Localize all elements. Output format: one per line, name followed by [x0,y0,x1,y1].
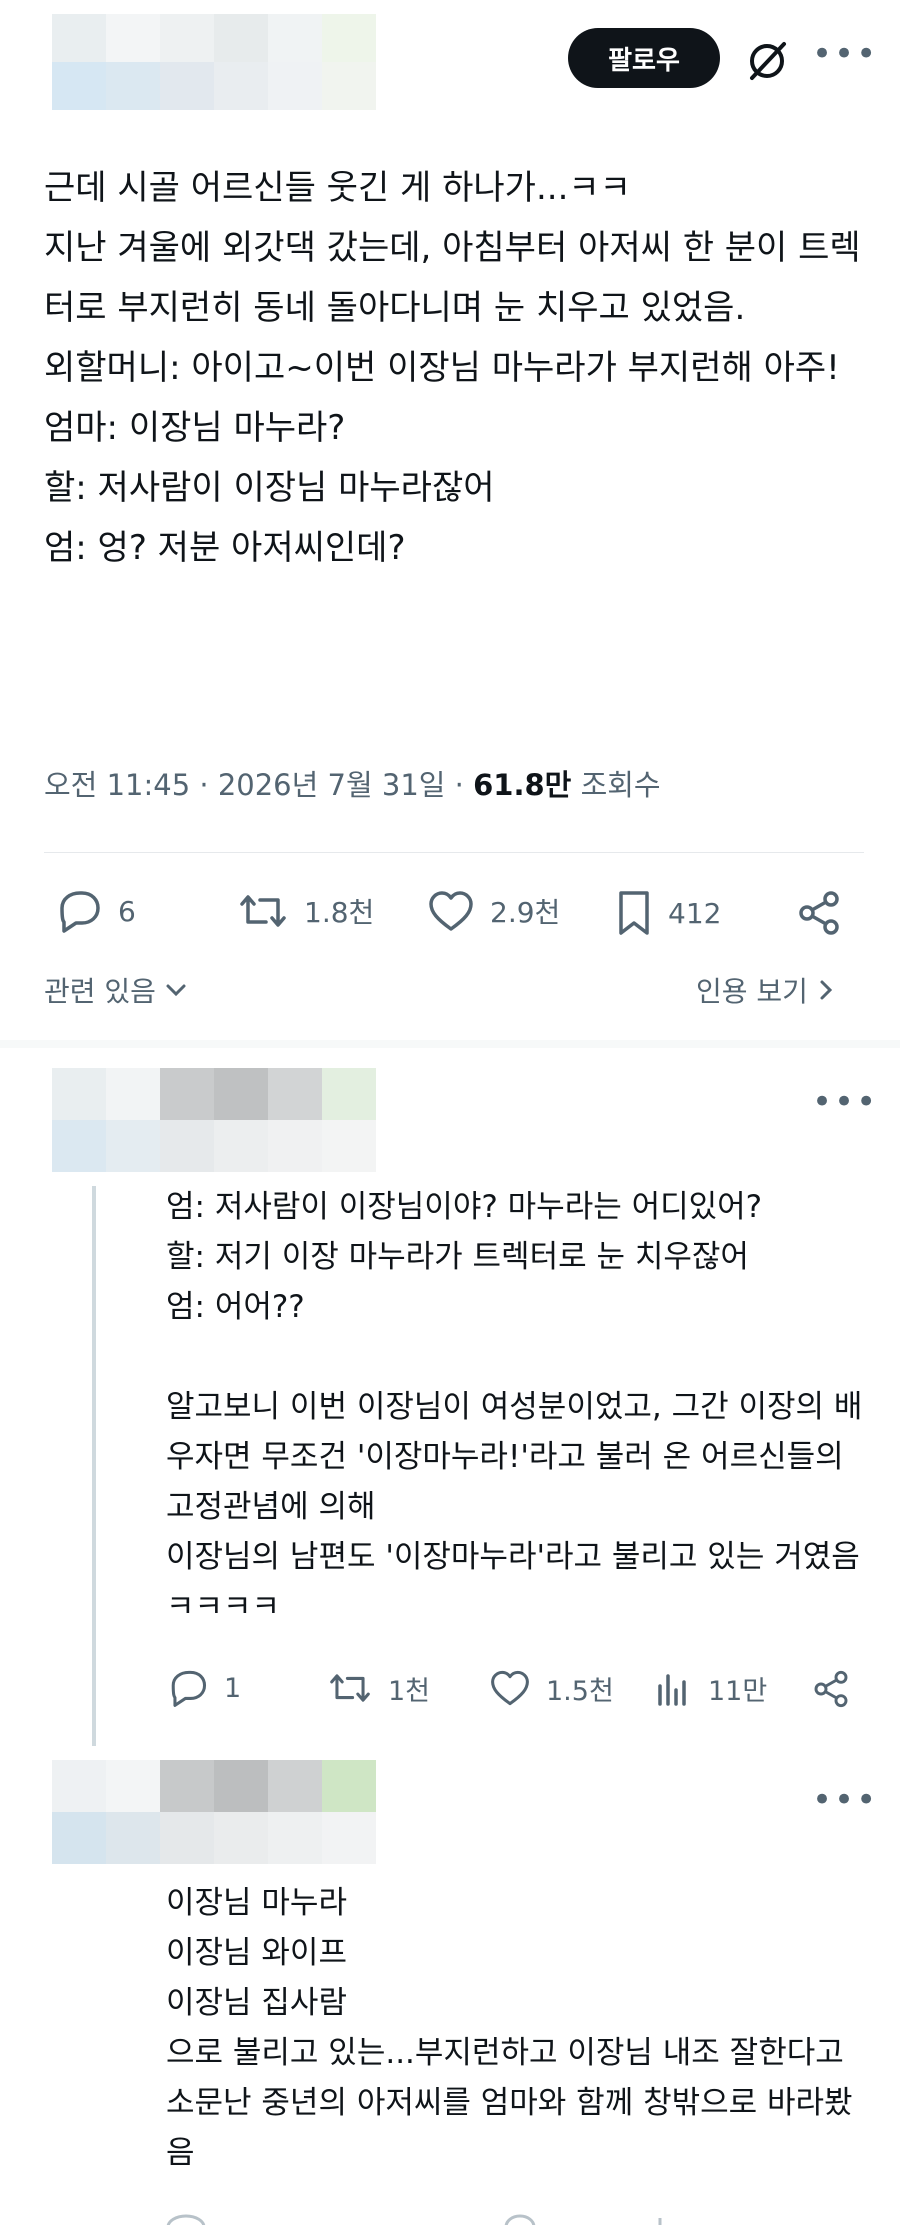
post-time: 오전 11:45 [44,768,191,802]
repost-icon [330,1674,370,1702]
bookmark-icon [619,891,649,935]
reply2-avatar[interactable] [52,1760,482,1872]
reply2-more-icon[interactable]: ••• [812,1780,878,1820]
reply1-more-icon[interactable]: ••• [812,1082,878,1122]
bookmark-count: 412 [668,896,722,930]
post-date: 2026년 7월 31일 [217,768,446,802]
reply1-share-button[interactable] [808,1666,854,1712]
avatar[interactable] [52,14,376,110]
follow-button[interactable]: 팔로우 [568,28,720,88]
repost-button[interactable]: 1.8천 [236,888,374,934]
like-count: 2.9천 [490,896,561,929]
view-label: 조회수 [580,768,661,802]
view-quotes-link[interactable]: 인용 보기 [696,970,838,1010]
view-count: 61.8만 [473,768,572,802]
quotes-label: 인용 보기 [696,975,808,1008]
divider [44,852,864,853]
share-button[interactable] [792,886,846,940]
reply-icon [171,1670,207,1707]
no-entry-icon[interactable] [740,34,794,88]
bookmark-button[interactable]: 412 [614,888,721,938]
post-meta: 오전 11:45 · 2026년 7월 31일 · 61.8만 조회수 [44,768,661,802]
share-icon [814,1670,848,1708]
post-text: 근데 시골 어르신들 웃긴 게 하나가...ㅋㅋ 지난 겨울에 외갓댁 갔는데,… [44,168,861,568]
like-button[interactable]: 2.9천 [426,888,560,934]
reply-icon [60,891,100,933]
reply1-reply-button[interactable]: 1 [166,1668,241,1708]
reply1-repost-button[interactable]: 1천 [326,1668,430,1708]
reply1-avatar[interactable] [52,1068,482,1180]
reply1-like-count: 1.5천 [546,1675,614,1707]
reply1-like-button[interactable]: 1.5천 [488,1668,614,1708]
reply-button[interactable]: 6 [54,888,136,934]
section-separator [0,1040,900,1048]
more-icon[interactable]: ••• [812,34,878,74]
reply1-reply-count: 1 [224,1672,242,1704]
like-icon [491,1670,529,1706]
reply2-action-bar [166,2212,856,2225]
views-icon [658,1674,686,1706]
repost-count: 1.8천 [304,896,375,929]
share-icon [799,891,839,935]
like-icon [429,891,473,931]
reply2-text: 이장님 마누라 이장님 와이프 이장님 집사람 으로 불리고 있는...부지런하… [166,1885,853,2171]
chevron-down-icon [166,984,186,997]
thread-line [92,1186,96,1746]
related-toggle[interactable]: 관련 있음 [44,970,190,1010]
reply1-repost-count: 1천 [388,1675,431,1707]
reply1-view-count: 11만 [708,1675,768,1707]
repost-icon [240,895,286,927]
related-label: 관련 있음 [44,975,156,1008]
reply-count: 6 [118,894,136,928]
reply1-views-button[interactable]: 11만 [654,1668,767,1708]
chevron-right-icon [820,980,833,1000]
reply1-text: 엄: 저사람이 이장님이야? 마누라는 어디있어? 할: 저기 이장 마누라가 … [166,1189,863,1625]
